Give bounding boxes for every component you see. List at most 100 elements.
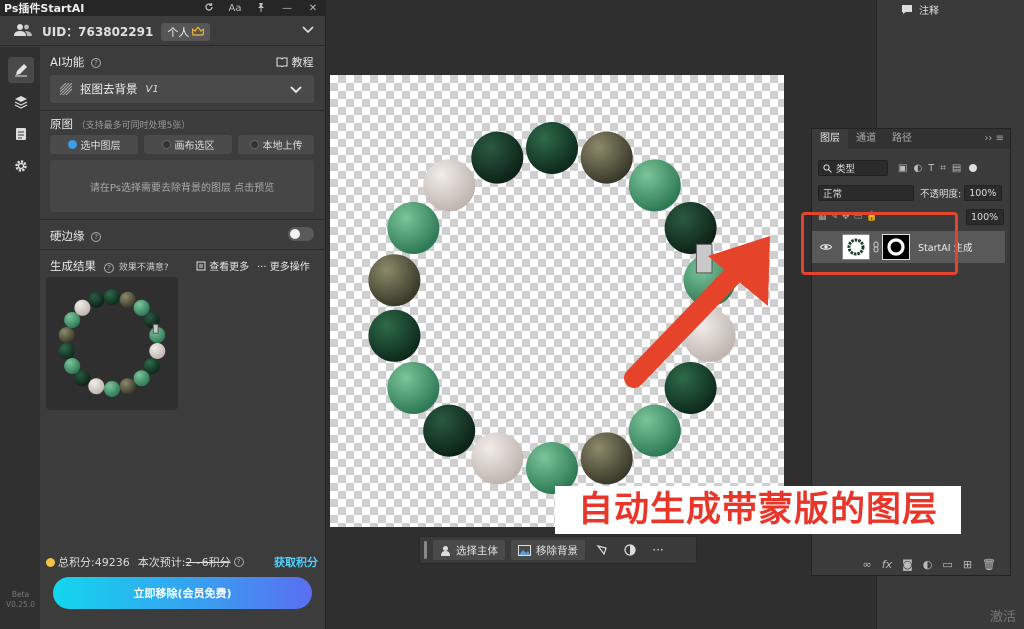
person-icon (441, 545, 450, 556)
plan-badge: 个人 (161, 22, 211, 41)
plan-label: 个人 (167, 25, 190, 39)
account-row[interactable]: UID：763802291 个人 (0, 18, 326, 46)
help-icon[interactable]: ? (90, 57, 101, 68)
crown-icon (192, 26, 205, 36)
trash-icon[interactable]: 🗑 (982, 558, 996, 571)
new-layer-icon[interactable]: ⊞ (963, 558, 972, 571)
tutorial-text: 教程 (291, 56, 314, 69)
layer-kind-filter[interactable]: 类型 (818, 160, 888, 176)
fill-value: 100% (971, 211, 999, 223)
source-option-local-upload[interactable]: 本地上传 (238, 135, 314, 154)
filter-icons[interactable]: ▣◐T⌗▤ (898, 163, 967, 174)
help-icon[interactable]: ? (233, 557, 244, 567)
hard-edge-label: 硬边缘 ? (50, 228, 102, 244)
more-actions-link[interactable]: ··· 更多操作 (257, 258, 310, 273)
bead (580, 432, 633, 485)
credits-total: 总积分:49236 (58, 556, 130, 569)
refresh-icon[interactable] (196, 2, 222, 15)
get-credits-link[interactable]: 获取积分 (274, 554, 318, 570)
chevron-down-icon (290, 86, 302, 94)
remove-now-label: 立即移除(会员免费) (133, 587, 232, 600)
divider (40, 110, 326, 111)
bead (628, 404, 681, 457)
select-subject-button[interactable]: 选择主体 (433, 540, 505, 560)
source-option-label: 画布选区 (174, 141, 215, 152)
hard-edge-toggle[interactable] (288, 227, 314, 241)
tab-paths[interactable]: 路径 (884, 129, 920, 149)
book-icon (276, 57, 288, 68)
bead (149, 343, 166, 359)
bead (368, 254, 421, 307)
document-icon (16, 128, 26, 140)
transform-icon[interactable] (591, 544, 613, 556)
view-more-text: 查看更多 (209, 262, 250, 273)
view-more-link[interactable]: 查看更多 (196, 258, 249, 273)
hard-edge-text: 硬边缘 (50, 229, 85, 243)
source-option-canvas-selection[interactable]: 画布选区 (144, 135, 232, 154)
ai-function-label: AI功能 ? (50, 54, 101, 70)
add-mask-icon[interactable]: ◙ (902, 558, 913, 571)
adjustment-layer-icon[interactable]: ◐ (923, 558, 933, 571)
bead (368, 309, 421, 362)
fill-input[interactable]: 100% (966, 209, 1004, 225)
font-size-icon[interactable]: Aa (222, 3, 248, 14)
rail-settings[interactable] (8, 153, 34, 179)
group-icon[interactable]: ▭ (942, 558, 952, 571)
source-option-selected-layer[interactable]: 选中图层 (50, 135, 138, 154)
tab-layers[interactable]: 图层 (812, 129, 848, 149)
more-icon[interactable]: ··· (647, 543, 669, 557)
link-layers-icon[interactable]: ∞ (863, 558, 872, 571)
close-icon[interactable]: ✕ (300, 3, 326, 14)
result-label-text: 生成结果 (50, 259, 96, 273)
radio-checked-icon (67, 140, 77, 149)
minimize-icon[interactable]: — (274, 3, 300, 14)
layers-panel-tabs: 图层 通道 路径 ›› ≡ (812, 129, 1010, 149)
chevron-down-icon[interactable] (302, 24, 314, 37)
rail-history[interactable] (8, 121, 34, 147)
result-feedback[interactable]: ? 效果不满意? (104, 260, 169, 273)
bead (88, 378, 105, 395)
contextual-task-bar: 选择主体 移除背景 ··· (419, 536, 697, 564)
opacity-input[interactable]: 100% (964, 185, 1003, 201)
watermark-text: 激活 (990, 610, 1017, 625)
tutorial-link[interactable]: 教程 (276, 54, 314, 70)
source-label: 原图 （支持最多可同时处理5张） (50, 116, 190, 132)
remove-background-button[interactable]: 移除背景 (511, 540, 585, 560)
tab-channels[interactable]: 通道 (848, 129, 884, 149)
annotation-caption-text: 自动生成带蒙版的图层 (577, 490, 938, 530)
drag-handle[interactable] (424, 541, 427, 559)
plugin-title: Ps插件StartAI (4, 2, 85, 15)
coin-icon (46, 557, 55, 567)
blend-mode-select[interactable]: 正常 (818, 185, 914, 201)
opacity-value: 100% (969, 187, 997, 199)
source-option-label: 选中图层 (80, 141, 121, 152)
pin-icon[interactable] (248, 2, 274, 15)
ai-function-version: V1 (145, 83, 159, 95)
pencil-icon (15, 64, 27, 77)
bead (64, 312, 81, 328)
result-thumbnail[interactable] (46, 277, 178, 410)
bead (471, 131, 524, 184)
adjustment-icon[interactable] (619, 544, 641, 556)
notes-panel-tab[interactable]: 注释 (901, 2, 939, 17)
credits-estimate-value: 2~6积分 (185, 556, 231, 569)
bead (133, 370, 150, 387)
rail-layers[interactable] (8, 89, 34, 115)
layers-icon (14, 96, 28, 109)
filter-toggle-icon[interactable] (969, 164, 978, 172)
plugin-titlebar: Ps插件StartAI Aa — ✕ (0, 0, 326, 16)
silver-spacer (152, 323, 159, 334)
remove-now-button[interactable]: 立即移除(会员免费) (53, 577, 312, 609)
result-label: 生成结果 (50, 258, 96, 274)
opacity-label: 不透明度: (920, 189, 962, 200)
layer-filter-row: 类型 ▣◐T⌗▤ (812, 157, 1010, 179)
ai-function-value: 抠图去背景 (80, 82, 138, 96)
search-icon (823, 163, 832, 173)
rail-ai-functions[interactable] (8, 57, 34, 83)
fx-icon[interactable]: fx (882, 558, 892, 571)
panel-menu-icon[interactable]: ›› ≡ (984, 133, 1004, 144)
ai-function-select[interactable]: 抠图去背景 V1 (50, 75, 314, 103)
help-icon[interactable]: ? (91, 231, 102, 242)
preview-box[interactable]: 请在Ps选择需要去除背景的图层 点击预览 (50, 160, 314, 212)
bead (119, 378, 136, 395)
